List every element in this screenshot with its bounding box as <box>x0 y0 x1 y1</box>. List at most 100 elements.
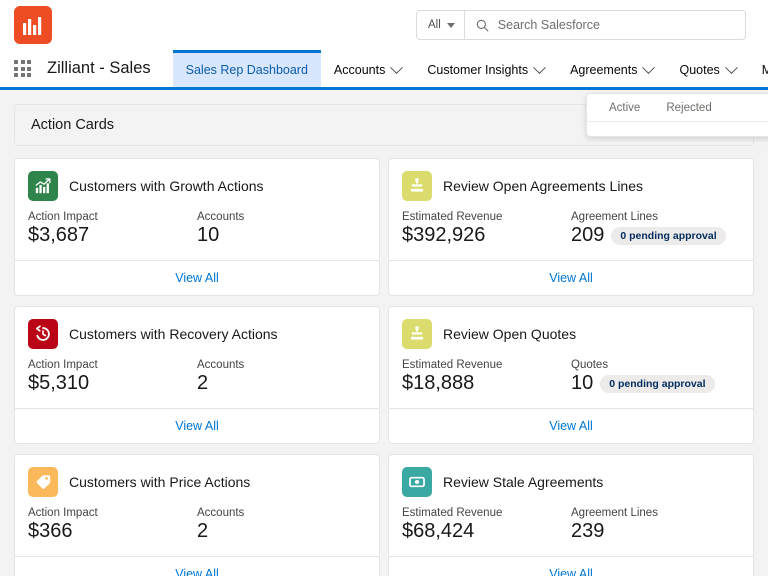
metric-value: $68,424 <box>402 520 474 543</box>
card-header: Review Open Agreements Lines <box>389 159 753 209</box>
card-metrics: Estimated Revenue $18,888 Quotes 10 0 pe… <box>389 357 753 408</box>
card-metrics: Estimated Revenue $392,926 Agreement Lin… <box>389 209 753 260</box>
price-tag-icon <box>28 467 58 497</box>
action-card[interactable]: Review Open Agreements Lines Estimated R… <box>388 158 754 296</box>
metric: Accounts 2 <box>197 359 366 395</box>
chevron-down-icon <box>390 61 403 74</box>
card-header: Customers with Growth Actions <box>15 159 379 209</box>
search-placeholder: Search Salesforce <box>498 18 600 32</box>
nav-item-quotes[interactable]: Quotes <box>666 50 748 87</box>
metric-label: Accounts <box>197 211 366 223</box>
metric: Agreement Lines 209 0 pending approval <box>571 211 740 247</box>
search-scope-select[interactable]: All <box>417 11 465 39</box>
metric: Action Impact $5,310 <box>28 359 197 395</box>
popover-body <box>587 122 768 136</box>
growth-chart-icon <box>28 171 58 201</box>
metric-value: 10 <box>571 372 593 395</box>
metric-label: Action Impact <box>28 211 197 223</box>
action-card[interactable]: Customers with Growth Actions Action Imp… <box>14 158 380 296</box>
nav-item-my-a[interactable]: My A <box>749 50 768 87</box>
action-card[interactable]: Review Stale Agreements Estimated Revenu… <box>388 454 754 576</box>
nav-dropdown-popover: Active Rejected <box>586 93 768 137</box>
nav-item-sales-rep-dashboard[interactable]: Sales Rep Dashboard <box>173 50 321 87</box>
view-all-link[interactable]: View All <box>175 567 219 576</box>
global-search[interactable]: All Search Salesforce <box>416 10 746 40</box>
card-header: Review Open Quotes <box>389 307 753 357</box>
metric-value: 10 <box>197 224 219 247</box>
card-header: Customers with Price Actions <box>15 455 379 505</box>
metric-label: Quotes <box>571 359 740 371</box>
app-name-label: Zilliant - Sales <box>47 59 151 78</box>
metric: Accounts 2 <box>197 507 366 543</box>
caret-down-icon <box>447 23 455 28</box>
metric-label: Agreement Lines <box>571 211 740 223</box>
metric-value: 2 <box>197 520 208 543</box>
search-icon <box>476 19 489 32</box>
metric: Estimated Revenue $68,424 <box>402 507 571 543</box>
card-footer: View All <box>15 556 379 576</box>
card-title: Review Open Quotes <box>443 326 576 342</box>
metric-label: Estimated Revenue <box>402 211 571 223</box>
bar-chart-logo-icon[interactable] <box>14 6 52 44</box>
card-metrics: Action Impact $5,310 Accounts 2 <box>15 357 379 408</box>
metric-value: 2 <box>197 372 208 395</box>
metric-value: $5,310 <box>28 372 89 395</box>
card-metrics: Estimated Revenue $68,424 Agreement Line… <box>389 505 753 556</box>
metric-label: Accounts <box>197 507 366 519</box>
view-all-link[interactable]: View All <box>549 567 593 576</box>
card-title: Customers with Recovery Actions <box>69 326 278 342</box>
metric: Estimated Revenue $392,926 <box>402 211 571 247</box>
popover-tab-active[interactable]: Active <box>609 102 640 114</box>
nav-item-agreements[interactable]: Agreements <box>557 50 666 87</box>
metric-value: 239 <box>571 520 604 543</box>
metric-label: Accounts <box>197 359 366 371</box>
chevron-down-icon <box>533 61 546 74</box>
card-footer: View All <box>389 260 753 295</box>
metric-value: $392,926 <box>402 224 485 247</box>
global-header: All Search Salesforce <box>0 0 768 50</box>
view-all-link[interactable]: View All <box>175 271 219 285</box>
metric: Quotes 10 0 pending approval <box>571 359 740 395</box>
app-navigation-bar: Zilliant - Sales Sales Rep Dashboard Acc… <box>0 50 768 90</box>
view-all-link[interactable]: View All <box>175 419 219 433</box>
action-card[interactable]: Customers with Price Actions Action Impa… <box>14 454 380 576</box>
nav-item-label: Customer Insights <box>427 63 528 77</box>
card-title: Customers with Price Actions <box>69 474 250 490</box>
metric-value: $366 <box>28 520 73 543</box>
popover-tab-list: Active Rejected <box>587 96 768 122</box>
action-cards-grid: Customers with Growth Actions Action Imp… <box>14 158 754 576</box>
chevron-down-icon <box>643 61 656 74</box>
card-metrics: Action Impact $366 Accounts 2 <box>15 505 379 556</box>
nav-item-list: Sales Rep Dashboard Accounts Customer In… <box>173 50 768 87</box>
action-card[interactable]: Customers with Recovery Actions Action I… <box>14 306 380 444</box>
metric: Agreement Lines 239 <box>571 507 740 543</box>
status-badge: 0 pending approval <box>611 227 725 245</box>
metric-value: 209 <box>571 224 604 247</box>
search-input[interactable]: Search Salesforce <box>465 11 745 39</box>
popover-tab-rejected[interactable]: Rejected <box>666 102 711 114</box>
page-body: Action Cards Customers with Growth Actio… <box>0 90 768 576</box>
metric-label: Action Impact <box>28 507 197 519</box>
card-title: Review Open Agreements Lines <box>443 178 643 194</box>
metric-label: Estimated Revenue <box>402 359 571 371</box>
card-metrics: Action Impact $3,687 Accounts 10 <box>15 209 379 260</box>
view-all-link[interactable]: View All <box>549 419 593 433</box>
chevron-down-icon <box>725 61 738 74</box>
status-badge: 0 pending approval <box>600 375 714 393</box>
action-card[interactable]: Review Open Quotes Estimated Revenue $18… <box>388 306 754 444</box>
card-footer: View All <box>15 260 379 295</box>
nav-item-customer-insights[interactable]: Customer Insights <box>414 50 557 87</box>
card-title: Review Stale Agreements <box>443 474 603 490</box>
nav-item-accounts[interactable]: Accounts <box>321 50 414 87</box>
card-footer: View All <box>389 408 753 443</box>
metric: Action Impact $366 <box>28 507 197 543</box>
nav-item-label: My A <box>762 63 768 77</box>
approval-stamp-icon <box>402 319 432 349</box>
card-header: Review Stale Agreements <box>389 455 753 505</box>
view-all-link[interactable]: View All <box>549 271 593 285</box>
nav-item-label: Agreements <box>570 63 637 77</box>
app-launcher-waffle-icon[interactable] <box>14 60 31 77</box>
metric: Action Impact $3,687 <box>28 211 197 247</box>
card-header: Customers with Recovery Actions <box>15 307 379 357</box>
card-title: Customers with Growth Actions <box>69 178 264 194</box>
